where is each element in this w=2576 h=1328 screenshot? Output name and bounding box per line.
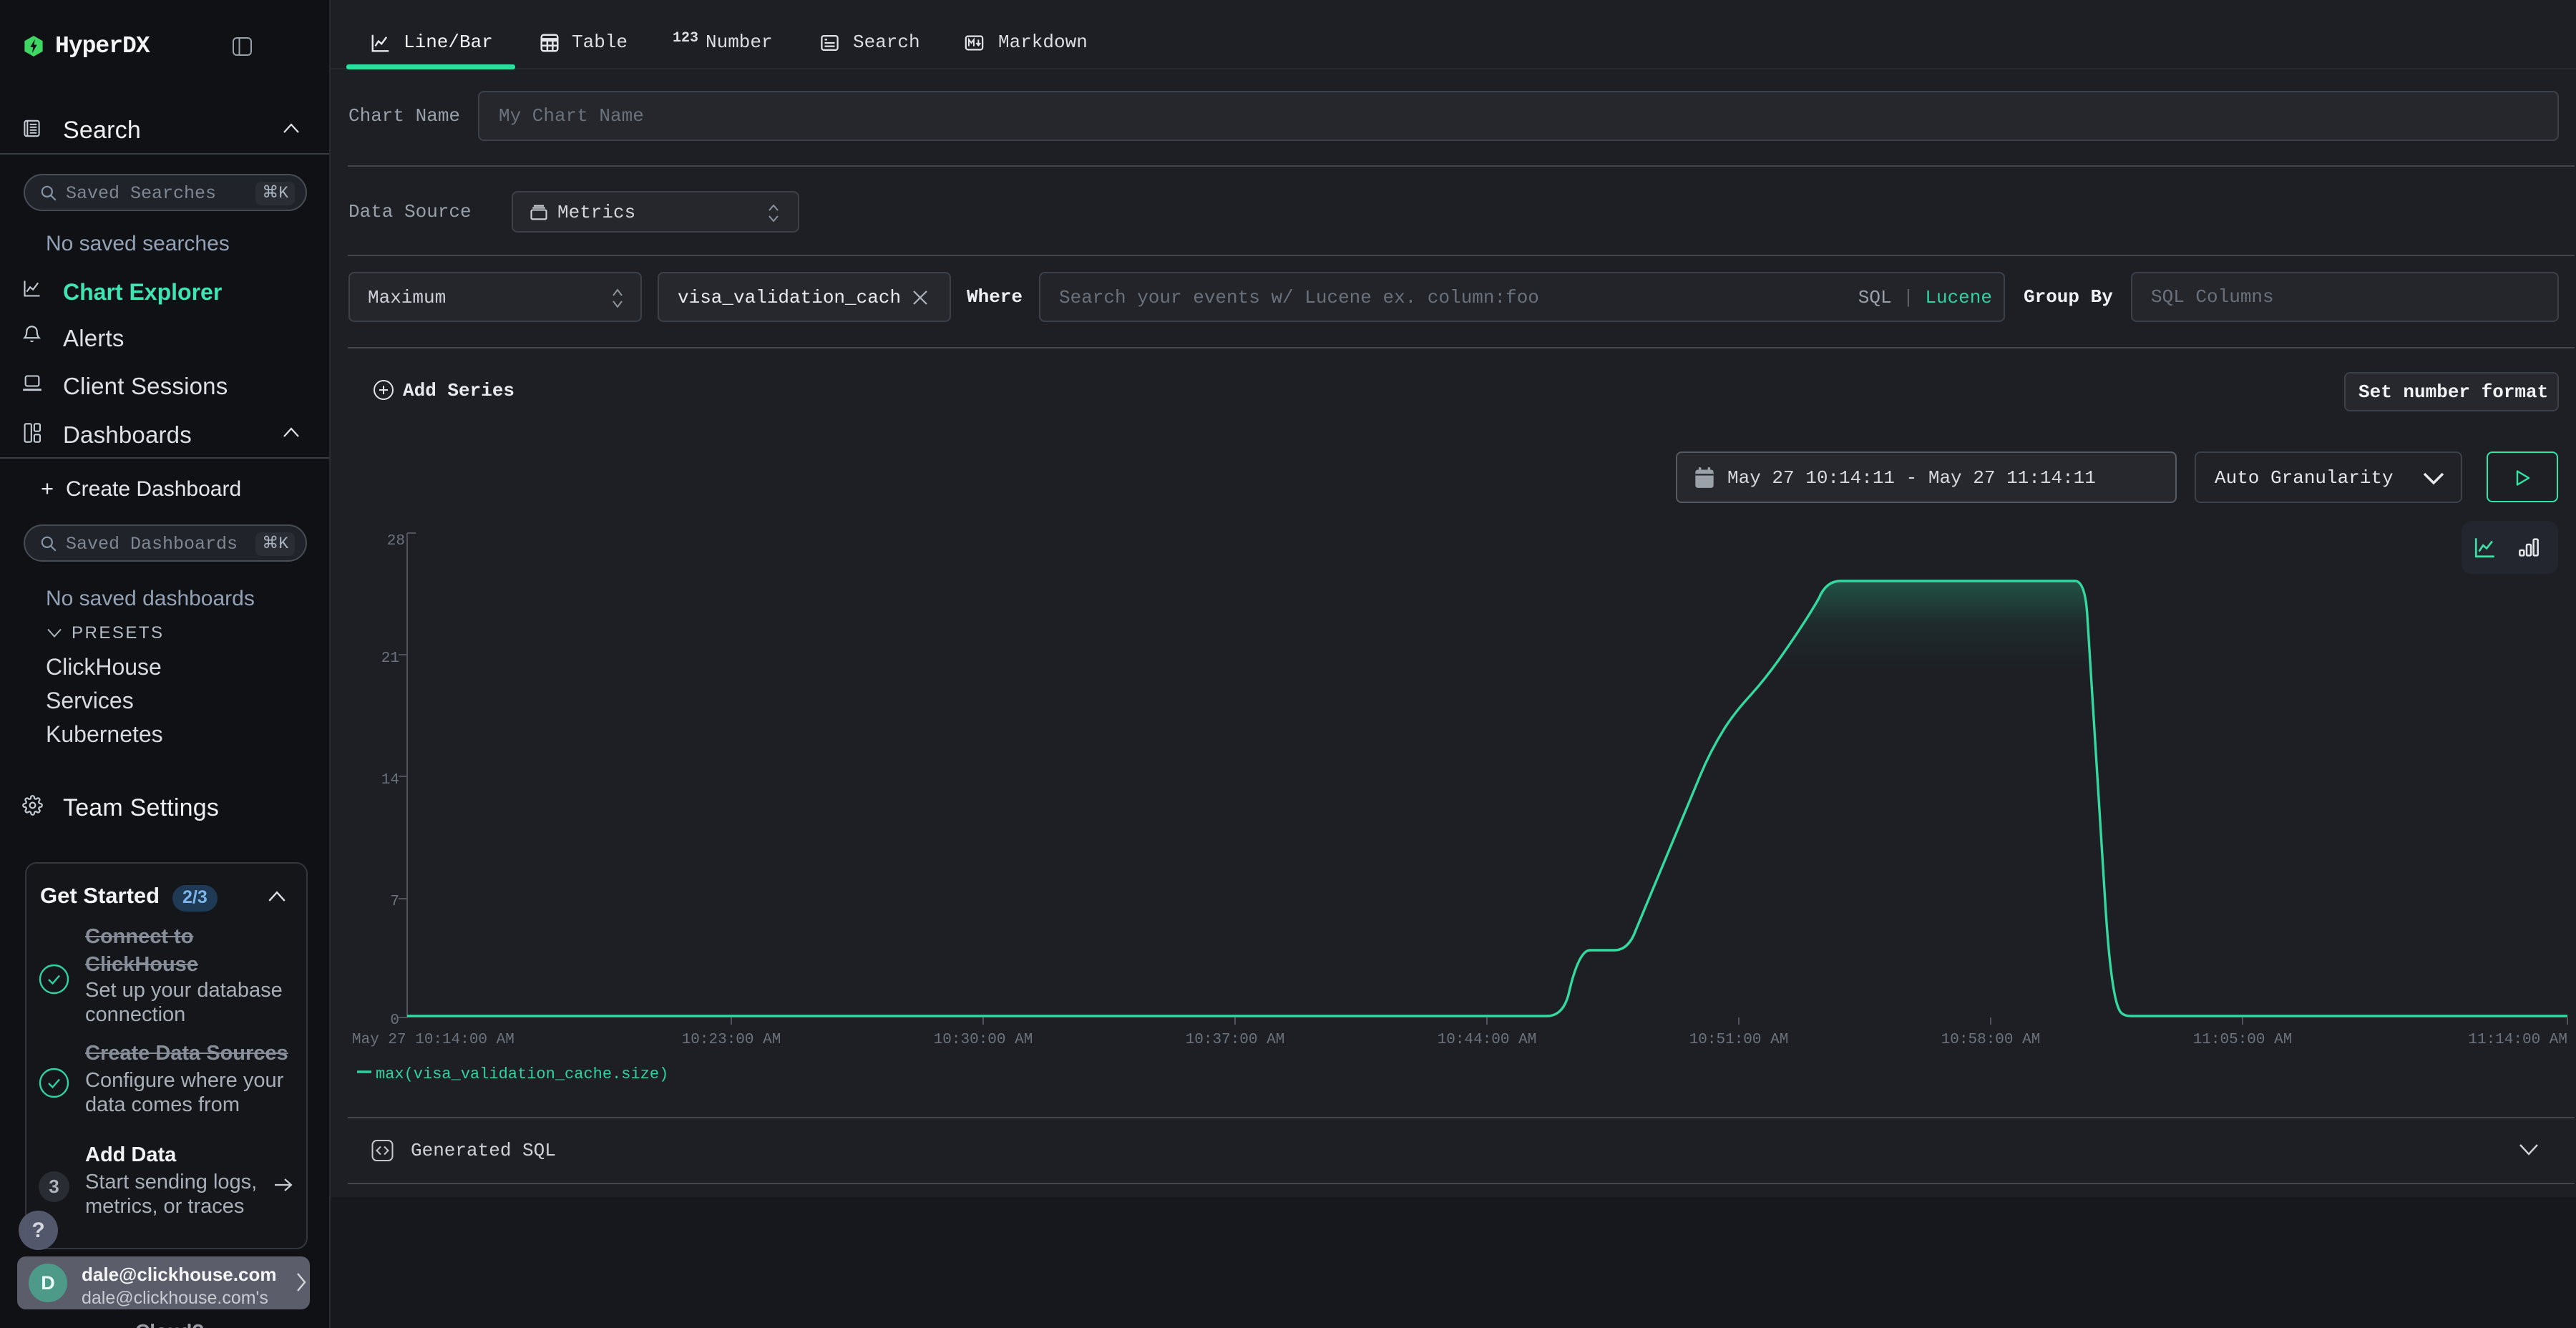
svg-text:21: 21: [381, 650, 399, 667]
svg-text:10:51:00 AM: 10:51:00 AM: [1689, 1032, 1789, 1048]
svg-text:10:58:00 AM: 10:58:00 AM: [1941, 1032, 2041, 1048]
svg-text:11:14:00 AM: 11:14:00 AM: [2468, 1032, 2567, 1048]
svg-text:0: 0: [390, 1012, 399, 1029]
svg-text:May 27 10:14:00 AM: May 27 10:14:00 AM: [352, 1032, 514, 1048]
svg-text:10:30:00 AM: 10:30:00 AM: [934, 1032, 1033, 1048]
svg-text:10:23:00 AM: 10:23:00 AM: [682, 1032, 781, 1048]
svg-text:7: 7: [390, 894, 399, 910]
svg-text:14: 14: [381, 772, 399, 788]
svg-text:28: 28: [387, 533, 405, 550]
svg-text:max(visa_validation_cache.size: max(visa_validation_cache.size): [376, 1065, 668, 1083]
svg-text:11:05:00 AM: 11:05:00 AM: [2193, 1032, 2293, 1048]
svg-text:10:37:00 AM: 10:37:00 AM: [1186, 1032, 1285, 1048]
svg-text:10:44:00 AM: 10:44:00 AM: [1438, 1032, 1537, 1048]
